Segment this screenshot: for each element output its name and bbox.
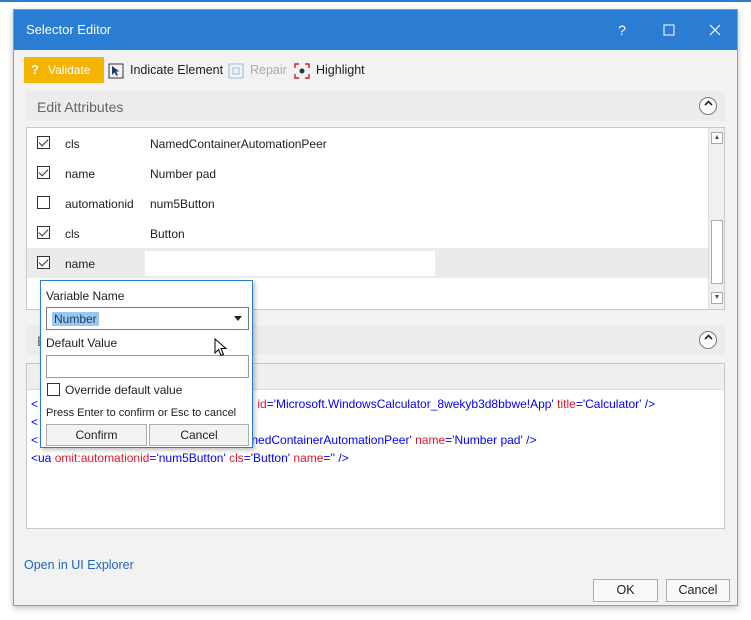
selector-value: 'num5Button' bbox=[156, 451, 226, 465]
popup-cancel-button[interactable]: Cancel bbox=[149, 424, 249, 446]
window-title: Selector Editor bbox=[26, 22, 112, 37]
chevron-up-icon bbox=[703, 334, 713, 340]
attribute-value[interactable]: Button bbox=[150, 227, 185, 241]
attribute-name: name bbox=[65, 167, 96, 181]
attribute-checkbox[interactable] bbox=[37, 256, 50, 269]
default-value-label: Default Value bbox=[46, 336, 118, 350]
maximize-icon bbox=[663, 24, 675, 36]
attribute-row[interactable]: cls Button bbox=[27, 218, 708, 248]
collapse-attributes-button[interactable] bbox=[699, 97, 717, 115]
close-icon bbox=[709, 24, 721, 36]
scroll-thumb[interactable] bbox=[711, 220, 723, 284]
validate-button[interactable]: ? Validate bbox=[24, 57, 104, 83]
variable-name-combobox[interactable]: Number bbox=[46, 307, 249, 330]
attribute-value[interactable]: num5Button bbox=[150, 197, 215, 211]
highlight-icon bbox=[294, 63, 310, 79]
default-value-input[interactable] bbox=[46, 355, 249, 378]
attribute-value-editor[interactable] bbox=[145, 251, 435, 276]
maximize-button[interactable] bbox=[655, 18, 683, 42]
selector-value: 'Button' bbox=[250, 451, 291, 465]
scroll-down-arrow-icon[interactable]: ▼ bbox=[711, 292, 723, 304]
question-icon: ? bbox=[31, 62, 39, 77]
indicate-arrow-icon bbox=[108, 63, 124, 79]
confirm-button[interactable]: Confirm bbox=[46, 424, 147, 446]
attribute-checkbox[interactable] bbox=[37, 196, 50, 209]
close-button[interactable] bbox=[701, 18, 729, 42]
repair-icon bbox=[228, 63, 244, 79]
title-bar: Selector Editor ? bbox=[14, 10, 737, 50]
attribute-row[interactable]: cls NamedContainerAutomationPeer bbox=[27, 128, 708, 158]
variable-name-label: Variable Name bbox=[46, 289, 125, 303]
selector-line: < bbox=[31, 415, 38, 429]
selector-tag: < bbox=[31, 415, 39, 429]
variable-name-value: Number bbox=[52, 312, 99, 326]
edit-attributes-header: Edit Attributes bbox=[26, 91, 725, 121]
attribute-value[interactable]: NamedContainerAutomationPeer bbox=[150, 137, 327, 151]
selector-tag-end: /> bbox=[641, 397, 656, 411]
override-checkbox[interactable] bbox=[47, 383, 60, 396]
selector-tag: < bbox=[31, 397, 39, 411]
mouse-cursor-icon bbox=[214, 338, 228, 357]
attribute-checkbox[interactable] bbox=[37, 226, 50, 239]
selector-value: nedContainerAutomationPeer' bbox=[251, 433, 412, 447]
highlight-button[interactable]: Highlight bbox=[294, 57, 374, 83]
selector-tag: <ua bbox=[31, 451, 52, 465]
collapse-selector-button[interactable] bbox=[699, 331, 717, 349]
attributes-scrollbar[interactable]: ▲ ▼ bbox=[708, 128, 724, 309]
cancel-button[interactable]: Cancel bbox=[666, 579, 730, 602]
selector-attr: omit:automationid bbox=[54, 451, 150, 465]
open-in-ui-explorer-link[interactable]: Open in UI Explorer bbox=[24, 558, 134, 572]
attribute-name: name bbox=[65, 257, 96, 271]
chevron-up-icon bbox=[703, 100, 713, 106]
selector-value: 'Calculator' bbox=[582, 397, 642, 411]
attribute-row[interactable]: name Number pad bbox=[27, 158, 708, 188]
attribute-name: automationid bbox=[65, 197, 134, 211]
attribute-row-selected[interactable]: name bbox=[27, 248, 708, 278]
repair-label: Repair bbox=[250, 63, 287, 77]
attribute-name: cls bbox=[65, 137, 80, 151]
selector-tag-end: /> bbox=[335, 451, 349, 465]
scroll-up-arrow-icon[interactable]: ▲ bbox=[711, 132, 723, 144]
attribute-row[interactable]: automationid num5Button bbox=[27, 188, 708, 218]
toolbar: ? Validate Indicate Element Repair Highl… bbox=[14, 56, 737, 84]
override-label: Override default value bbox=[65, 383, 183, 397]
selector-attr: id bbox=[257, 397, 267, 411]
selector-value: 'Number pad' bbox=[452, 433, 523, 447]
highlight-label: Highlight bbox=[316, 63, 365, 77]
ok-button[interactable]: OK bbox=[593, 579, 658, 602]
selector-tag: < bbox=[31, 433, 39, 447]
attribute-checkbox[interactable] bbox=[37, 166, 50, 179]
repair-button[interactable]: Repair bbox=[228, 57, 288, 83]
selector-value: 'Microsoft.WindowsCalculator_8wekyb3d8bb… bbox=[273, 397, 554, 411]
selector-attr: name bbox=[415, 433, 446, 447]
selector-attr: title bbox=[557, 397, 576, 411]
attribute-checkbox[interactable] bbox=[37, 136, 50, 149]
indicate-label: Indicate Element bbox=[130, 63, 224, 77]
attribute-name: cls bbox=[65, 227, 80, 241]
variable-popup: Variable Name Number Default Value Overr… bbox=[40, 280, 253, 448]
edit-attributes-title: Edit Attributes bbox=[37, 99, 124, 115]
selector-tag-end: /> bbox=[522, 433, 537, 447]
popup-hint: Press Enter to confirm or Esc to cancel bbox=[46, 407, 237, 419]
selector-line: <ua omit:automationid='num5Button' cls='… bbox=[31, 451, 349, 465]
selector-attr: name bbox=[293, 451, 324, 465]
attribute-value[interactable]: Number pad bbox=[150, 167, 216, 181]
validate-label: Validate bbox=[48, 63, 91, 77]
dropdown-caret-icon[interactable] bbox=[234, 316, 242, 321]
selector-attr: cls bbox=[229, 451, 244, 465]
help-button[interactable]: ? bbox=[608, 18, 636, 42]
top-accent-line bbox=[0, 0, 751, 2]
indicate-element-button[interactable]: Indicate Element bbox=[108, 57, 228, 83]
